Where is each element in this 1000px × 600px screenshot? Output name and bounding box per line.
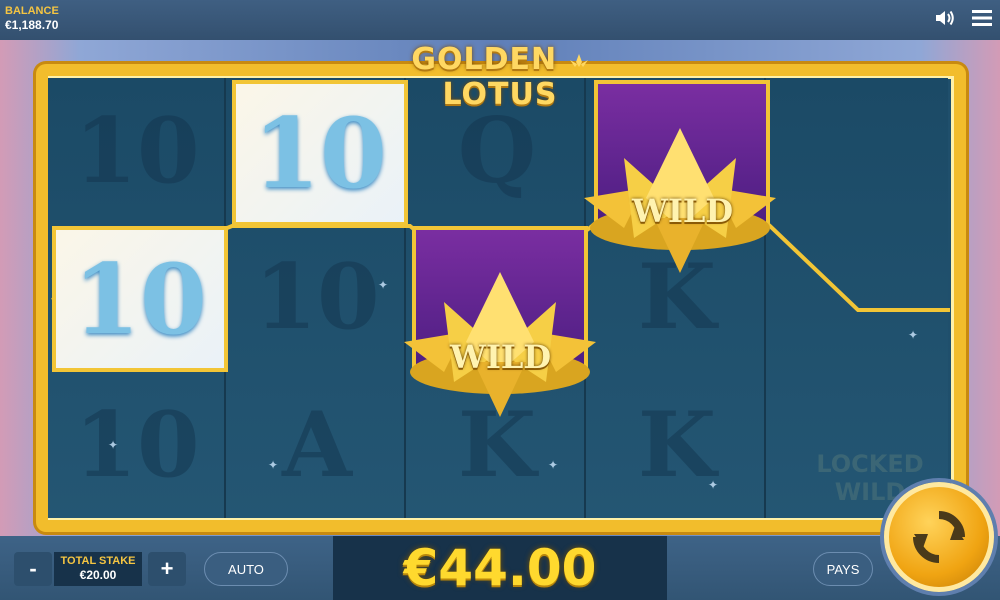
pays-button[interactable]: PAYS xyxy=(813,552,873,586)
locked-wild-line1: LOCKED xyxy=(816,450,924,478)
balance-value: €1,188.70 xyxy=(5,18,59,32)
balance-label: BALANCE xyxy=(5,5,59,17)
balance-display: BALANCE €1,188.70 xyxy=(5,4,59,32)
win-amount: €44.00 xyxy=(403,539,597,597)
spin-refresh-icon xyxy=(913,511,965,563)
top-bar: BALANCE €1,188.70 xyxy=(0,0,1000,40)
spin-button[interactable] xyxy=(884,482,994,592)
symbol-ten: 10 xyxy=(52,226,228,372)
reel-symbol-ghost: 10 xyxy=(254,244,380,350)
wild-label: WILD xyxy=(632,192,734,230)
reel-symbol-ghost: A xyxy=(282,392,352,498)
title-left: GOLDEN xyxy=(411,42,558,77)
sparkle-icon: ✦ xyxy=(548,458,559,472)
total-stake-value: €20.00 xyxy=(79,568,117,582)
auto-button[interactable]: AUTO xyxy=(204,552,288,586)
sparkle-icon: ✦ xyxy=(908,328,919,342)
reel-symbol-ghost: 10 xyxy=(74,392,200,498)
sparkle-icon: ✦ xyxy=(268,458,279,472)
sparkle-icon: ✦ xyxy=(708,478,719,492)
increase-stake-button[interactable]: + xyxy=(148,552,186,586)
locked-wild-line2: WILD xyxy=(834,478,906,506)
wild-label: WILD xyxy=(450,338,552,376)
hamburger-menu-icon[interactable] xyxy=(972,9,992,27)
speaker-icon[interactable] xyxy=(934,8,956,28)
game-title: GOLDEN LOTUS xyxy=(360,42,640,112)
reel-symbol-ghost: 10 xyxy=(74,98,200,204)
sparkle-icon: ✦ xyxy=(108,438,119,452)
decrease-stake-button[interactable]: - xyxy=(14,552,52,586)
total-stake-label: TOTAL STAKE xyxy=(60,555,136,567)
title-right: LOTUS xyxy=(442,77,558,112)
total-stake-display: TOTAL STAKE €20.00 xyxy=(54,552,142,586)
lotus-logo-icon xyxy=(569,53,588,67)
win-panel: €44.00 xyxy=(333,536,667,600)
symbol-ten: 10 xyxy=(232,80,408,226)
